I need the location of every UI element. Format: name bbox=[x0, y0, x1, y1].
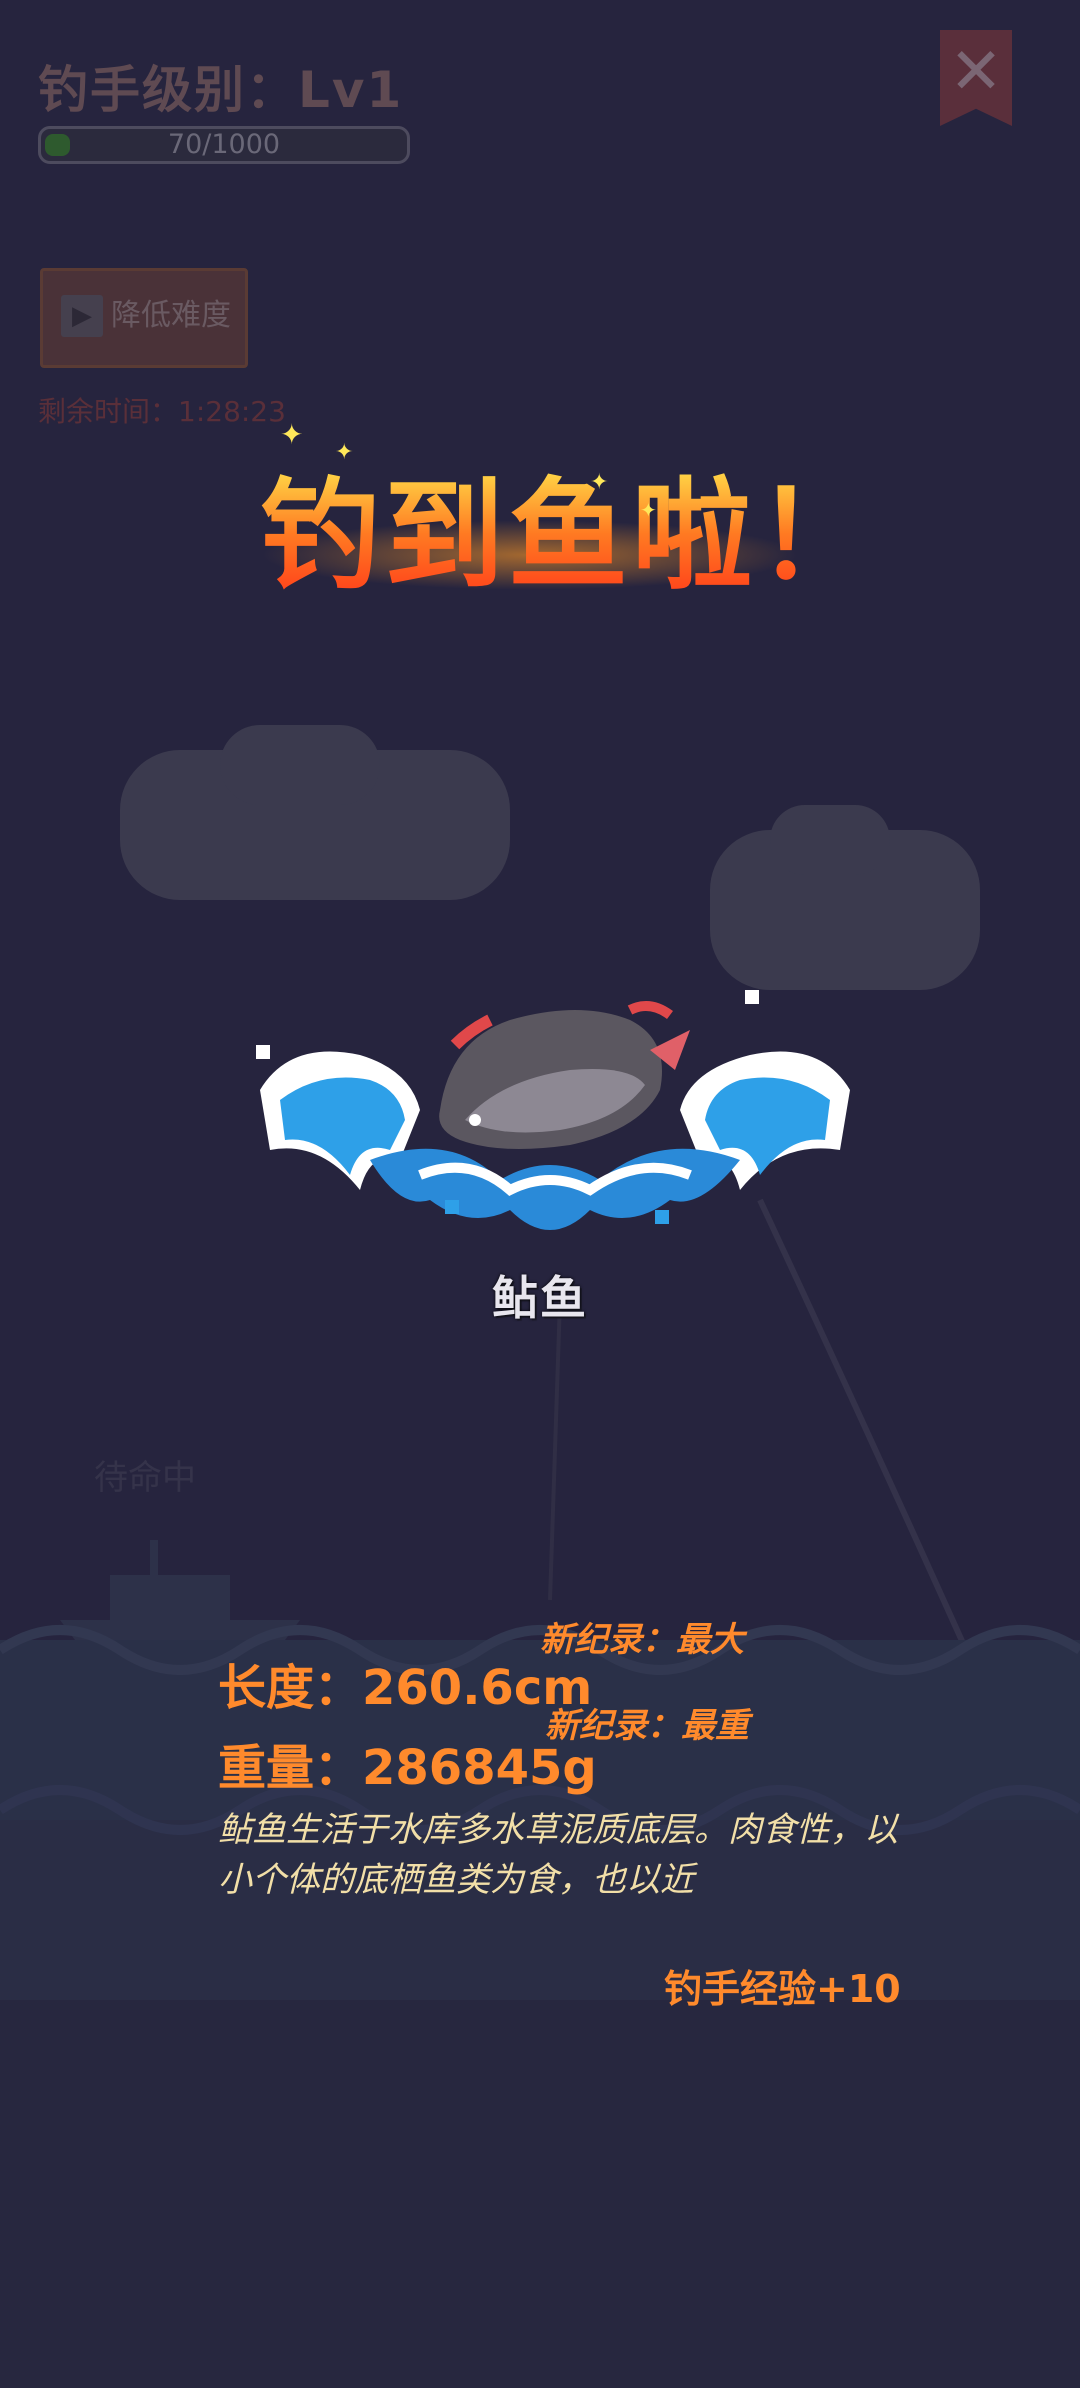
sparkle-icon: ✦ bbox=[280, 418, 304, 451]
standby-status: 待命中 bbox=[94, 1458, 196, 1498]
fish-weight: 重量：286845g bbox=[218, 1740, 597, 1796]
fish-name: 鲇鱼 bbox=[492, 1271, 588, 1325]
experience-gain: 钓手经验+10 bbox=[664, 1967, 901, 2011]
lower-difficulty-button[interactable]: ▶ 降低难度 bbox=[40, 268, 248, 368]
xp-progress-bar: 70/1000 bbox=[38, 126, 410, 164]
sea-band-3 bbox=[0, 2000, 1080, 2388]
sparkle-icon: ✦ bbox=[590, 470, 609, 495]
lower-difficulty-label: 降低难度 bbox=[111, 298, 231, 333]
close-icon: ✕ bbox=[949, 35, 1003, 109]
catfish-splash-illustration bbox=[256, 990, 850, 1230]
fish-length: 长度：260.6cm bbox=[218, 1660, 593, 1716]
sparkle-icon: ✦ bbox=[640, 498, 657, 522]
angler-level-label: 钓手级别：Lv1 bbox=[38, 61, 404, 119]
fish-description: 鲇鱼生活于水库多水草泥质底层。肉食性，以小个体的底栖鱼类为食，也以近 bbox=[218, 1810, 898, 1900]
xp-progress-text: 70/1000 bbox=[167, 129, 281, 160]
remaining-time: 剩余时间：1:28:23 bbox=[38, 395, 286, 428]
play-icon: ▶ bbox=[61, 295, 103, 337]
sparkle-icon: ✦ bbox=[335, 440, 354, 465]
